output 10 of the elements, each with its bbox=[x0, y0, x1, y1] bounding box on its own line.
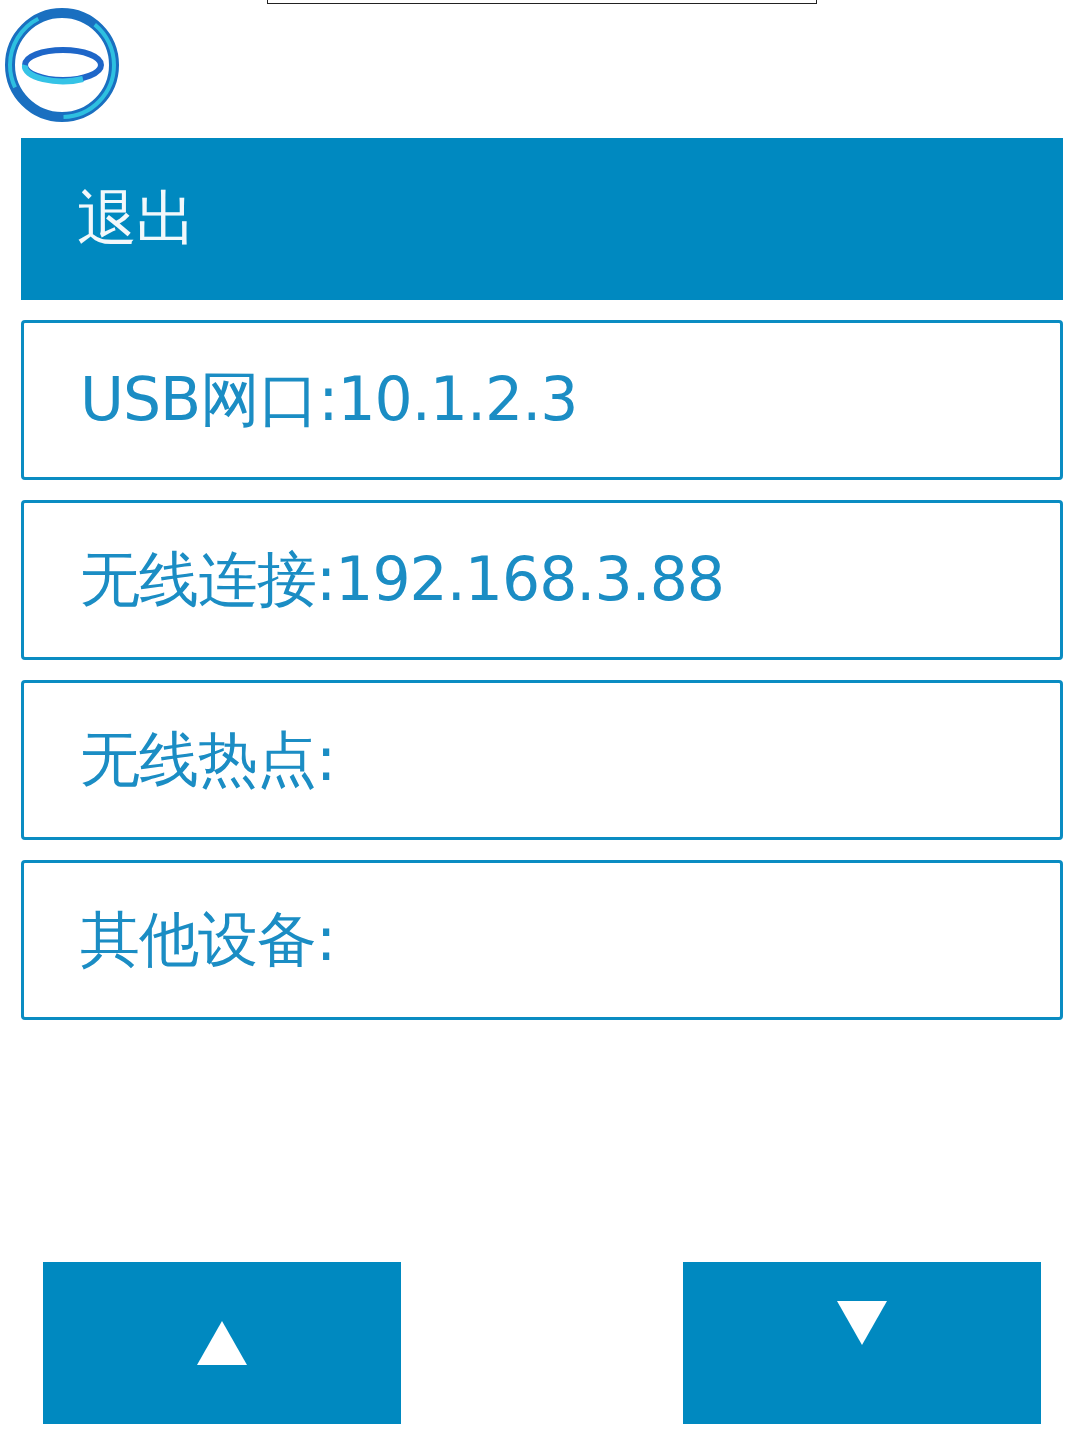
down-triangle-icon bbox=[837, 1301, 887, 1345]
exit-button[interactable]: 退出 bbox=[21, 138, 1063, 300]
ring-logo-icon bbox=[3, 5, 121, 125]
info-row: 无线连接:192.168.3.88 bbox=[21, 500, 1063, 660]
scroll-up-button[interactable] bbox=[43, 1262, 401, 1424]
info-row: USB网口:10.1.2.3 bbox=[21, 320, 1063, 480]
info-row: 无线热点: bbox=[21, 680, 1063, 840]
info-row: 其他设备: bbox=[21, 860, 1063, 1020]
scroll-down-button[interactable] bbox=[683, 1262, 1041, 1424]
up-triangle-icon bbox=[197, 1321, 247, 1365]
